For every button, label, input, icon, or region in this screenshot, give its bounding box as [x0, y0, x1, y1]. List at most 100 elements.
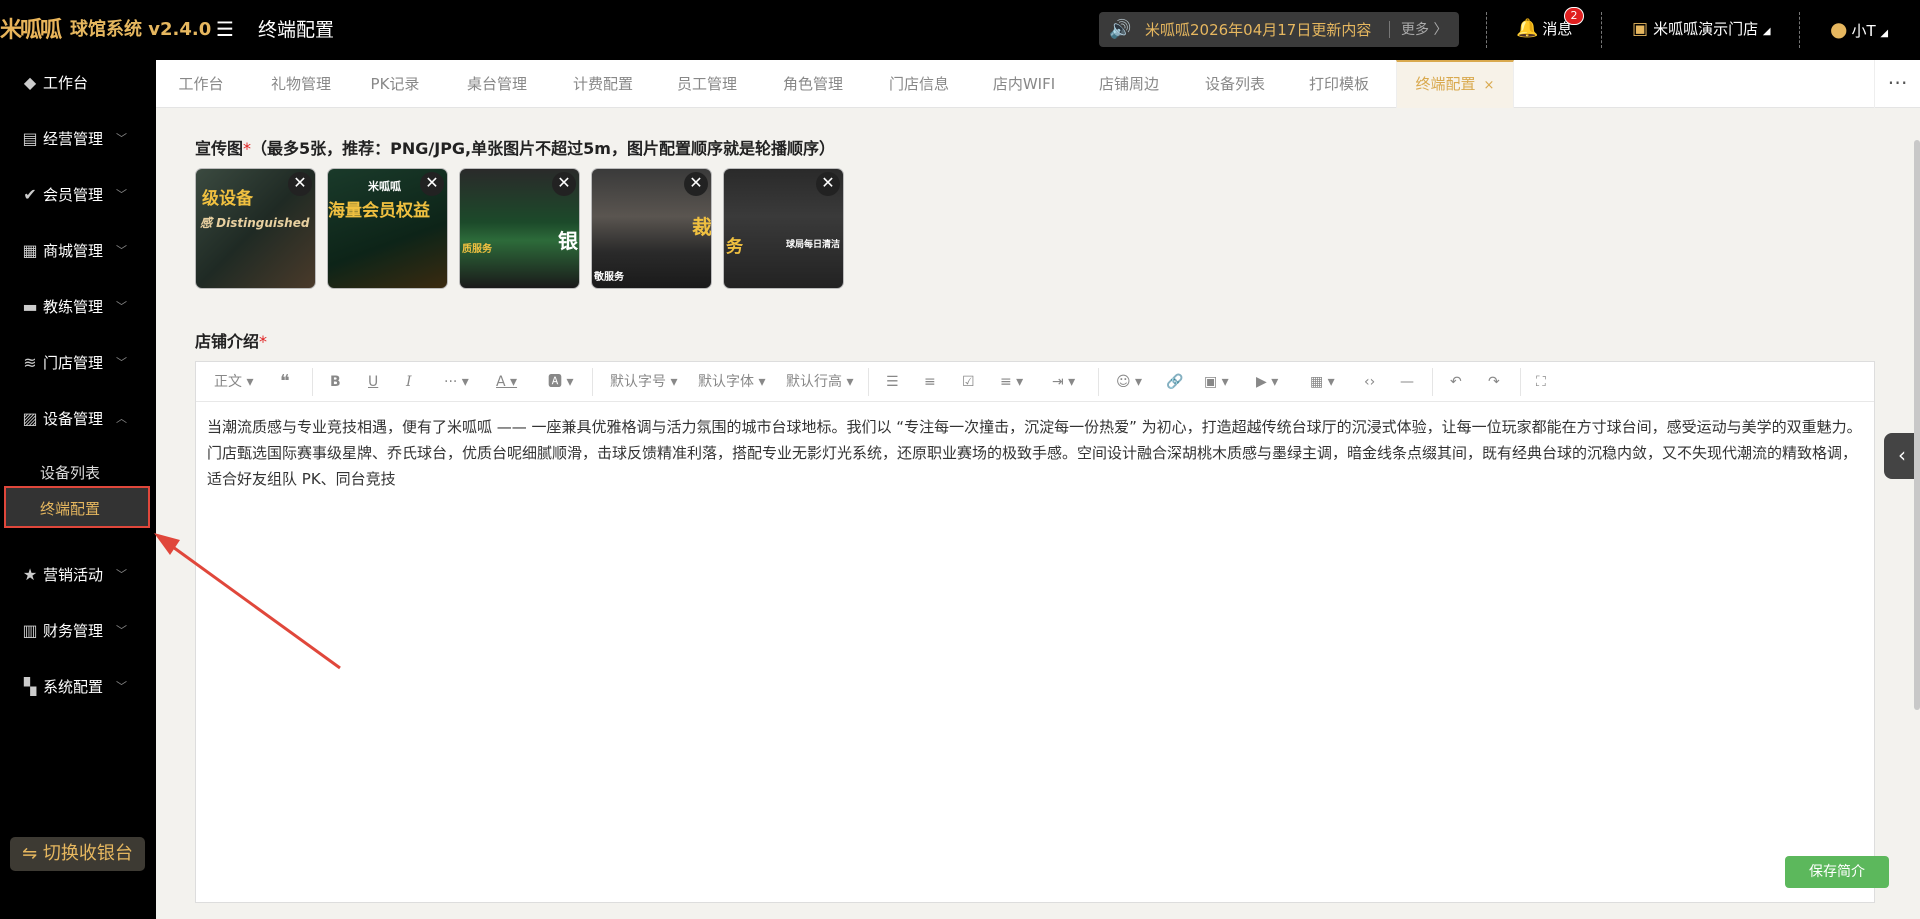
image-text: 海量会员权益: [328, 201, 430, 221]
scrollbar[interactable]: [1914, 140, 1920, 710]
divider: [1520, 368, 1521, 396]
sidebar-item-mall[interactable]: ▦ 商城管理 ﹀: [0, 230, 156, 272]
store-icon: ▣: [1632, 19, 1649, 39]
sidebar-item-members[interactable]: ✔ 会员管理 ﹀: [0, 174, 156, 216]
indent-icon[interactable]: ⇥ ▾: [1052, 372, 1075, 392]
table-icon[interactable]: ▦ ▾: [1310, 372, 1335, 392]
promo-image-2[interactable]: 米呱呱 海量会员权益 ✕: [327, 168, 448, 289]
notice-text[interactable]: 米呱呱2026年04月17日更新内容: [1145, 20, 1371, 40]
italic-icon[interactable]: I: [406, 372, 412, 392]
remove-image-icon[interactable]: ✕: [288, 172, 312, 196]
remove-image-icon[interactable]: ✕: [816, 172, 840, 196]
switch-cashier-button[interactable]: ⇋ 切换收银台: [10, 837, 145, 871]
finance-icon: ▥: [22, 621, 38, 640]
device-icon: ▨: [22, 409, 38, 428]
tab-pk-records[interactable]: PK记录: [362, 60, 428, 108]
tab-wifi[interactable]: 店内WIFI: [982, 60, 1066, 108]
menu-fold-icon[interactable]: ☰: [216, 19, 234, 39]
sidebar-item-business[interactable]: ▤ 经营管理 ﹀: [0, 118, 156, 160]
code-icon[interactable]: ‹›: [1364, 372, 1375, 392]
paragraph-select[interactable]: 正文 ▾: [214, 372, 253, 392]
image-subtext: 感 Distinguished: [200, 216, 310, 230]
sidebar-item-workbench[interactable]: ◆ 工作台: [0, 62, 156, 104]
tab-workbench[interactable]: 工作台: [168, 60, 234, 108]
undo-icon[interactable]: ↶: [1450, 372, 1462, 392]
promo-image-4[interactable]: 裁 敬服务 ✕: [591, 168, 712, 289]
font-color-icon[interactable]: A ▾: [496, 372, 517, 392]
update-notice[interactable]: 🔊 米呱呱2026年04月17日更新内容 更多 〉: [1099, 12, 1459, 47]
numbered-list-icon[interactable]: ≡: [924, 372, 936, 392]
store-selector[interactable]: ▣ 米呱呱演示门店 ◢: [1632, 17, 1771, 44]
image-icon[interactable]: ▣ ▾: [1204, 372, 1229, 392]
sidebar-item-label: 会员管理: [43, 186, 104, 204]
sidebar-item-finance[interactable]: ▥ 财务管理 ﹀: [0, 610, 156, 652]
divider: [1432, 368, 1433, 396]
sidebar-item-label: 门店管理: [43, 354, 104, 372]
font-size-select[interactable]: 默认字号 ▾: [610, 372, 677, 392]
user-menu[interactable]: ● 小T ◢: [1830, 15, 1888, 48]
redo-icon[interactable]: ↷: [1488, 372, 1500, 392]
chevron-down-icon: ﹀: [116, 356, 127, 369]
save-intro-button[interactable]: 保存简介: [1785, 856, 1889, 888]
remove-image-icon[interactable]: ✕: [552, 172, 576, 196]
tab-tables[interactable]: 桌台管理: [454, 60, 540, 108]
sidebar-item-marketing[interactable]: ★ 营销活动 ﹀: [0, 554, 156, 596]
check-icon: ✔: [23, 185, 37, 204]
tab-device-list[interactable]: 设备列表: [1192, 60, 1278, 108]
tab-staff[interactable]: 员工管理: [664, 60, 750, 108]
sidebar-item-coach[interactable]: ▬ 教练管理 ﹀: [0, 286, 156, 328]
divider-line-icon[interactable]: —: [1400, 372, 1414, 392]
messages-button[interactable]: 🔔 消息: [1516, 17, 1572, 41]
chevron-down-icon: ﹀: [116, 300, 127, 313]
tab-roles[interactable]: 角色管理: [770, 60, 856, 108]
todo-icon[interactable]: ☑: [962, 372, 975, 392]
chevron-down-icon: ﹀: [116, 132, 127, 145]
link-icon[interactable]: 🔗: [1166, 372, 1183, 392]
align-icon[interactable]: ≡ ▾: [1000, 372, 1023, 392]
label-text: 店铺介绍: [195, 332, 260, 351]
tab-surroundings[interactable]: 店铺周边: [1086, 60, 1172, 108]
coins-icon: ≋: [23, 353, 37, 372]
promo-image-1[interactable]: 级设备 感 Distinguished ✕: [195, 168, 316, 289]
user-name: 小T: [1851, 22, 1876, 40]
editor-content[interactable]: 当潮流质感与专业竞技相遇，便有了米呱呱 —— 一座兼具优雅格调与活力氛围的城市台…: [207, 414, 1867, 492]
tab-billing[interactable]: 计费配置: [560, 60, 646, 108]
image-text: 银: [558, 229, 578, 253]
chevron-down-icon: ﹀: [116, 244, 127, 257]
emoji-icon[interactable]: ☺ ▾: [1116, 372, 1142, 392]
more-tabs-icon[interactable]: ⋯: [1874, 60, 1920, 108]
page-title: 终端配置: [258, 19, 335, 41]
sidebar-subitem-terminal-config[interactable]: 终端配置: [4, 486, 150, 528]
remove-image-icon[interactable]: ✕: [420, 172, 444, 196]
divider: [1601, 12, 1602, 48]
promo-image-5[interactable]: 务 球局每日清洁 ✕: [723, 168, 844, 289]
user-icon: ●: [1830, 17, 1848, 41]
logo: 米呱呱: [0, 17, 62, 43]
line-height-select[interactable]: 默认行高 ▾: [786, 372, 853, 392]
fullscreen-icon[interactable]: ⛶: [1536, 372, 1546, 392]
bullet-list-icon[interactable]: ☰: [886, 372, 899, 392]
close-icon[interactable]: ×: [1484, 78, 1495, 93]
chevron-down-icon: ﹀: [116, 568, 127, 581]
sidebar-item-devices[interactable]: ▨ 设备管理 ︿: [0, 398, 156, 440]
intro-paragraph: 当潮流质感与专业竞技相遇，便有了米呱呱 —— 一座兼具优雅格调与活力氛围的城市台…: [207, 418, 1862, 436]
more-format-icon[interactable]: ··· ▾: [444, 372, 469, 392]
promo-image-3[interactable]: 银 质服务 ✕: [459, 168, 580, 289]
bold-icon[interactable]: B: [330, 372, 341, 392]
tab-store-info[interactable]: 门店信息: [876, 60, 962, 108]
quote-icon[interactable]: ❝: [280, 372, 290, 392]
underline-icon[interactable]: U: [368, 372, 378, 392]
notice-more-link[interactable]: 更多 〉: [1401, 20, 1447, 40]
tab-gifts[interactable]: 礼物管理: [258, 60, 344, 108]
remove-image-icon[interactable]: ✕: [684, 172, 708, 196]
video-icon[interactable]: ▶ ▾: [1256, 372, 1278, 392]
tab-terminal-config[interactable]: 终端配置 ×: [1396, 60, 1514, 108]
sidebar-item-system[interactable]: ▚ 系统配置 ﹀: [0, 666, 156, 708]
tab-print-template[interactable]: 打印模板: [1296, 60, 1382, 108]
promo-hint: （最多5张，推荐：PNG/JPG,单张图片不超过5m，图片配置顺序就是轮播顺序）: [251, 139, 835, 158]
font-family-select[interactable]: 默认字体 ▾: [698, 372, 765, 392]
line-height-label: 默认行高: [786, 374, 842, 390]
sidebar-item-store[interactable]: ≋ 门店管理 ﹀: [0, 342, 156, 384]
background-color-icon[interactable]: 🅰 ▾: [548, 372, 573, 392]
rich-text-editor[interactable]: 正文 ▾ ❝ B U I ··· ▾ A ▾ 🅰 ▾ 默认字号 ▾ 默认字体 ▾…: [195, 361, 1875, 903]
